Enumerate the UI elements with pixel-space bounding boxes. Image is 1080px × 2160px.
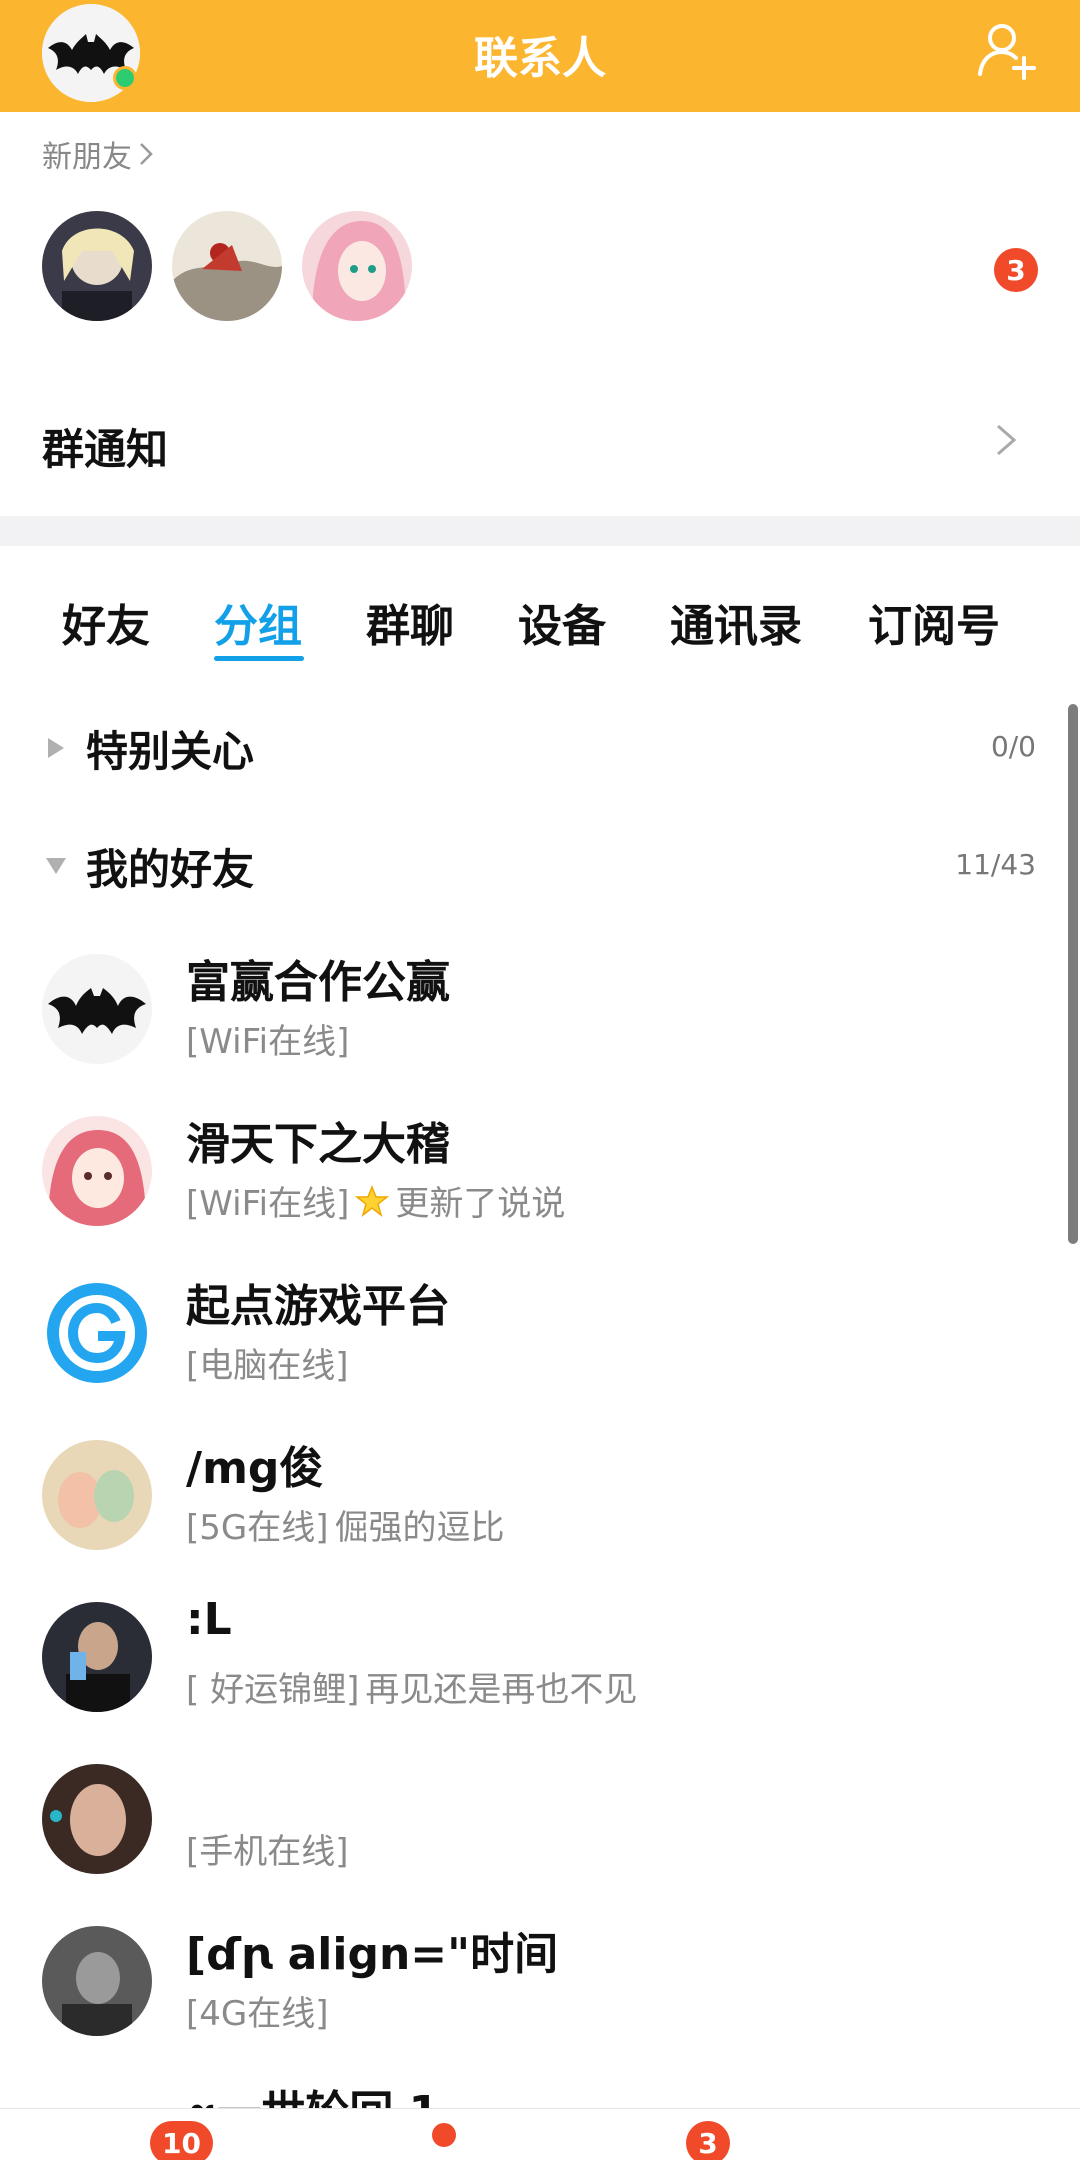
friend-status: [WiFi在线] [186, 1014, 349, 1063]
group-notifications-label: 群通知 [42, 425, 169, 474]
friend-request-avatar[interactable] [302, 211, 412, 321]
friend-row[interactable]: 滑天下之大稽 [WiFi在线] 更新了说说 [0, 1110, 1080, 1270]
friend-row[interactable]: 起点游戏平台 [电脑在线] [0, 1272, 1080, 1432]
friend-avatar [42, 1926, 152, 2036]
online-status: [WiFi在线] [186, 1184, 350, 1224]
friend-status: [5G在线] 倔强的逗比 [186, 1500, 505, 1549]
active-tab-indicator [214, 656, 304, 661]
page-title: 联系人 [474, 33, 606, 84]
friend-status: [ 好运锦鲤] 再见还是再也不见 [186, 1662, 637, 1711]
expanded-arrow-icon [46, 858, 66, 874]
group-my-friends[interactable]: 我的好友 11/43 [0, 830, 1080, 900]
friend-name: [ɗꞃ align="时间 [186, 1929, 559, 1980]
signature-text: 再见还是再也不见 [365, 1670, 638, 1710]
contact-tabs: 好友 分组 群聊 设备 通讯录 订阅号 [0, 590, 1080, 670]
online-status: [电脑在线] [186, 1346, 349, 1386]
friend-name: 滑天下之大稽 [186, 1119, 450, 1170]
photo-avatar-icon [42, 1440, 152, 1550]
tab-devices[interactable]: 设备 [518, 590, 606, 654]
ink-painting-avatar-icon [172, 211, 282, 321]
friend-status: [手机在线] [186, 1824, 349, 1873]
friend-avatar [42, 1440, 152, 1550]
online-status: [4G在线] [186, 1994, 329, 2034]
friend-name: 起点游戏平台 [186, 1281, 450, 1332]
group-count: 11/43 [955, 848, 1036, 881]
friend-row[interactable]: :L [ 好运锦鲤] 再见还是再也不见 [0, 1594, 1080, 1756]
friend-name-partial: ∝一世轮回 1 [186, 2076, 439, 2112]
group-name: 特别关心 [86, 727, 255, 776]
top-bar: 联系人 [0, 0, 1080, 112]
friend-avatar [42, 1116, 152, 1226]
add-friend-button[interactable] [976, 18, 1040, 82]
pink-hair-avatar-icon [302, 211, 412, 321]
tab-friends[interactable]: 好友 [62, 590, 150, 654]
tab-groups[interactable]: 分组 [214, 590, 302, 654]
new-friends-label: 新朋友 [42, 140, 132, 175]
group-notifications-row[interactable]: 群通知 [0, 400, 1080, 480]
contacts-badge: 3 [686, 2121, 730, 2160]
friend-name: 富赢合作公赢 [186, 957, 450, 1008]
star-icon [355, 1184, 390, 1217]
online-status: [手机在线] [186, 1832, 349, 1872]
messages-badge: 10 [150, 2121, 213, 2160]
friend-status: [电脑在线] [186, 1338, 349, 1387]
bottom-navigation: 10 3 [0, 2108, 1080, 2160]
online-status: [WiFi在线] [186, 1022, 350, 1062]
friend-avatar [42, 1764, 152, 1874]
photo-avatar-icon [42, 1926, 152, 2036]
friend-status: [WiFi在线] 更新了说说 [186, 1176, 565, 1225]
friend-avatar [42, 1602, 152, 1712]
friend-row[interactable]: 富赢合作公赢 [WiFi在线] [0, 948, 1080, 1108]
update-dot [432, 2123, 456, 2147]
new-friends-badge: 3 [994, 248, 1038, 292]
game-platform-logo-icon [42, 1278, 152, 1388]
friend-row[interactable]: /mg俊 [5G在线] 倔强的逗比 [0, 1434, 1080, 1594]
new-friends-link[interactable]: 新朋友 [42, 132, 154, 176]
bat-avatar-icon [42, 954, 152, 1064]
friend-avatar [42, 1278, 152, 1388]
chevron-right-icon [140, 143, 153, 165]
photo-avatar-icon [42, 1602, 152, 1712]
friend-status: [4G在线] [186, 1986, 329, 2035]
group-special-care[interactable]: 特别关心 0/0 [0, 712, 1080, 782]
tab-address-book[interactable]: 通讯录 [670, 590, 802, 654]
photo-avatar-icon [42, 1764, 152, 1874]
anime-girl-avatar-icon [42, 1116, 152, 1226]
chevron-right-icon [997, 424, 1017, 456]
group-count: 0/0 [990, 730, 1036, 763]
add-user-icon [978, 24, 1036, 80]
tab-group-chats[interactable]: 群聊 [366, 590, 454, 654]
friend-avatar [42, 954, 152, 1064]
friend-name: :L [186, 1594, 232, 1645]
friend-request-avatar[interactable] [42, 211, 152, 321]
online-status: [5G在线] [186, 1508, 329, 1548]
friend-row[interactable]: [手机在线] [0, 1758, 1080, 1918]
signature-text: 倔强的逗比 [334, 1508, 505, 1548]
online-status: [ 好运锦鲤] [186, 1670, 360, 1710]
friend-name: /mg俊 [186, 1443, 324, 1494]
friend-row[interactable]: [ɗꞃ align="时间 [4G在线] [0, 1920, 1080, 2080]
friend-request-avatar[interactable] [172, 211, 282, 321]
tab-subscriptions[interactable]: 订阅号 [868, 590, 1000, 654]
anime-avatar-icon [42, 211, 152, 321]
section-divider [0, 516, 1080, 546]
activity-text: 更新了说说 [395, 1184, 566, 1224]
group-name: 我的好友 [86, 845, 255, 894]
collapsed-arrow-icon [48, 738, 64, 758]
